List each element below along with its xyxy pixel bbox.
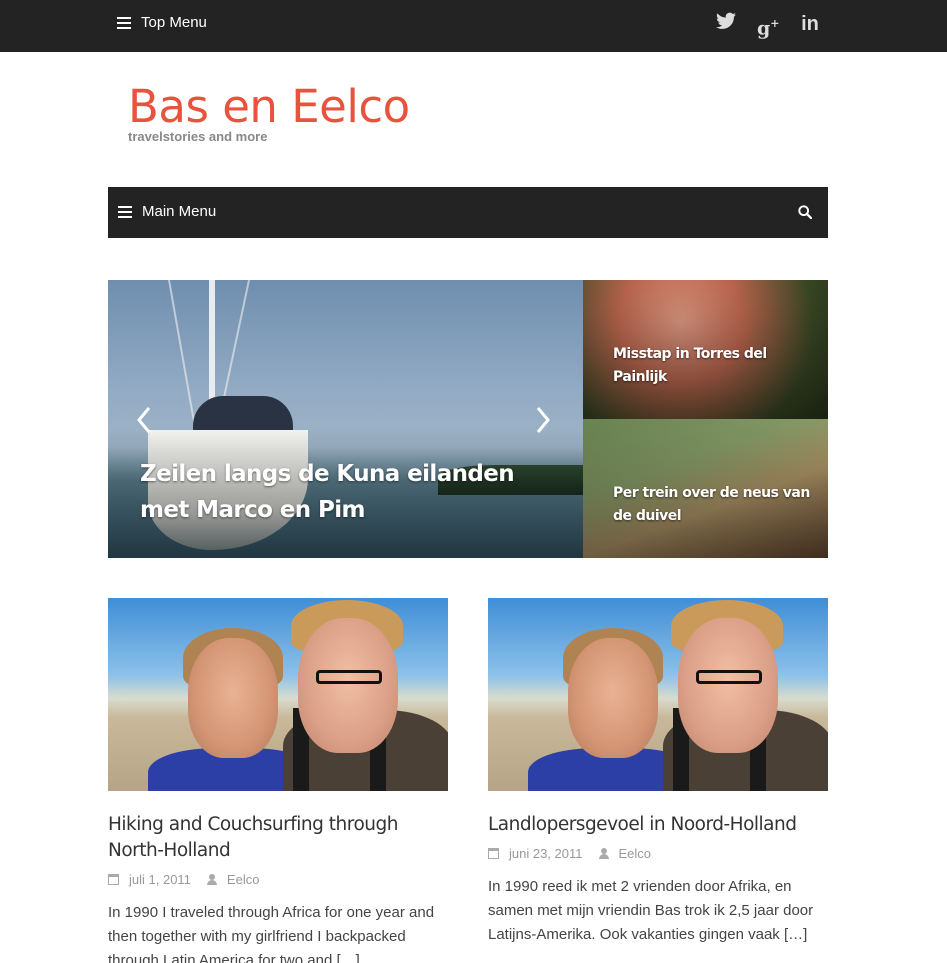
top-bar: Top Menu g+ in	[0, 0, 947, 52]
linkedin-icon[interactable]: in	[799, 12, 821, 40]
slider-prev-icon[interactable]	[136, 406, 152, 434]
post-title[interactable]: Hiking and Couchsurfing through North-Ho…	[108, 812, 448, 864]
featured-tile[interactable]: Per trein over de neus van de duivel	[583, 419, 828, 558]
twitter-icon[interactable]	[715, 12, 737, 40]
site-title[interactable]: Bas en Eelco	[128, 80, 410, 134]
thumb-shape	[316, 670, 382, 684]
thumb-shape	[678, 618, 778, 753]
featured-tile-title[interactable]: Misstap in Torres del Painlijk	[613, 343, 813, 389]
post-thumbnail[interactable]	[488, 598, 828, 791]
thumb-shape	[696, 670, 762, 684]
featured-slider[interactable]: Zeilen langs de Kuna eilanden met Marco …	[108, 280, 583, 558]
search-icon[interactable]	[798, 205, 812, 219]
post-card: Hiking and Couchsurfing through North-Ho…	[108, 598, 448, 963]
site-description: travelstories and more	[128, 129, 268, 144]
boat-rigging	[168, 280, 197, 428]
slider-next-icon[interactable]	[535, 406, 551, 434]
top-menu-label: Top Menu	[141, 14, 207, 31]
main-menu-toggle[interactable]: Main Menu	[118, 203, 216, 220]
post-author[interactable]: Eelco	[619, 846, 652, 861]
post-excerpt: In 1990 I traveled through Africa for on…	[108, 904, 435, 963]
calendar-icon	[108, 874, 119, 885]
featured-tile-title[interactable]: Per trein over de neus van de duivel	[613, 482, 813, 528]
post-title[interactable]: Landlopersgevoel in Noord-Holland	[488, 812, 828, 838]
user-icon	[206, 874, 217, 885]
main-menu-label: Main Menu	[142, 203, 217, 220]
post-excerpt: In 1990 reed ik met 2 vrienden door Afri…	[488, 878, 814, 943]
top-menu-toggle[interactable]: Top Menu	[117, 14, 207, 31]
main-menu-bar: Main Menu	[108, 187, 828, 238]
post-meta: juli 1, 2011 Eelco	[108, 872, 448, 887]
post-date[interactable]: juli 1, 2011	[129, 872, 191, 887]
post-meta: juni 23, 2011 Eelco	[488, 846, 828, 861]
thumb-shape	[568, 638, 658, 758]
post-thumbnail[interactable]	[108, 598, 448, 791]
post-author[interactable]: Eelco	[227, 872, 260, 887]
user-icon	[598, 848, 609, 859]
menu-icon	[118, 205, 132, 218]
thumb-shape	[298, 618, 398, 753]
post-date[interactable]: juni 23, 2011	[509, 846, 583, 861]
google-plus-icon[interactable]: g+	[757, 12, 780, 40]
thumb-shape	[188, 638, 278, 758]
menu-icon	[117, 16, 131, 29]
featured-main-title[interactable]: Zeilen langs de Kuna eilanden met Marco …	[140, 456, 560, 528]
calendar-icon	[488, 848, 499, 859]
social-links: g+ in	[715, 12, 821, 40]
featured-tile[interactable]: Misstap in Torres del Painlijk	[583, 280, 828, 419]
post-card: Landlopersgevoel in Noord-Holland juni 2…	[488, 598, 828, 947]
